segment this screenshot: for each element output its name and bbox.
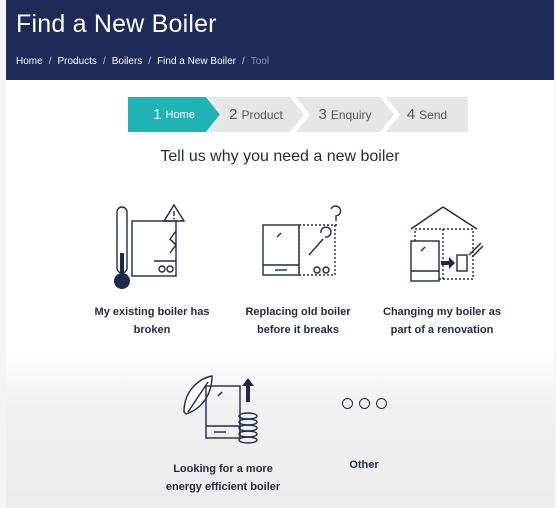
step-home[interactable]: 1 Home: [128, 97, 220, 132]
breadcrumb-separator: /: [48, 56, 52, 67]
main-content: 1 Home 2 Product 3 Enquiry 4 Send Tell u…: [6, 80, 554, 508]
breadcrumb-products[interactable]: Products: [57, 56, 96, 67]
dot-icon: [358, 398, 370, 409]
breadcrumb-home[interactable]: Home: [16, 56, 43, 67]
energy-efficient-icon: [183, 375, 258, 444]
option-label: Looking for a more energy efficient boil…: [165, 463, 281, 493]
option-renovation[interactable]: Changing my boiler as part of a renovati…: [372, 203, 512, 339]
page-header: Find a New Boiler Home / Products / Boil…: [6, 0, 554, 80]
page-title: Find a New Boiler: [16, 10, 217, 38]
step-number: 4: [406, 106, 416, 123]
step-label: Product: [241, 107, 283, 122]
option-other[interactable]: Other: [312, 396, 416, 474]
dot-icon: [341, 398, 353, 409]
breadcrumb-separator: /: [148, 56, 152, 67]
breadcrumb-separator: /: [102, 56, 106, 67]
replace-boiler-icon: [262, 205, 342, 276]
step-label: Home: [165, 108, 195, 121]
option-label: Replacing old boiler before it breaks: [245, 306, 351, 336]
breadcrumb: Home / Products / Boilers / Find a New B…: [16, 56, 269, 67]
option-energy-efficient[interactable]: Looking for a more energy efficient boil…: [148, 372, 298, 496]
breadcrumb-current: Tool: [250, 56, 270, 67]
option-replace-before-breaks[interactable]: Replacing old boiler before it breaks: [228, 203, 368, 339]
breadcrumb-boilers[interactable]: Boilers: [112, 56, 143, 67]
step-product[interactable]: 2 Product: [208, 97, 304, 132]
option-boiler-broken[interactable]: My existing boiler has broken: [82, 203, 222, 339]
step-send[interactable]: 4 Send: [386, 97, 468, 132]
option-label: Other: [349, 459, 379, 471]
dot-icon: [375, 398, 387, 409]
option-label: Changing my boiler as part of a renovati…: [383, 306, 501, 336]
step-number: 2: [229, 106, 238, 123]
broken-boiler-icon: [114, 203, 186, 289]
step-label: Send: [419, 107, 448, 122]
option-label: My existing boiler has broken: [94, 306, 210, 336]
step-number: 3: [318, 106, 327, 123]
step-label: Enquiry: [330, 107, 372, 122]
more-dots-icon: [312, 396, 416, 422]
breadcrumb-find-a-new-boiler[interactable]: Find a New Boiler: [157, 56, 236, 67]
step-enquiry[interactable]: 3 Enquiry: [296, 97, 394, 132]
step-number: 1: [153, 106, 162, 123]
breadcrumb-separator: /: [242, 56, 245, 67]
progress-stepper: 1 Home 2 Product 3 Enquiry 4 Send: [128, 97, 468, 132]
question-heading: Tell us why you need a new boiler: [160, 148, 400, 165]
renovation-icon: [410, 206, 484, 282]
